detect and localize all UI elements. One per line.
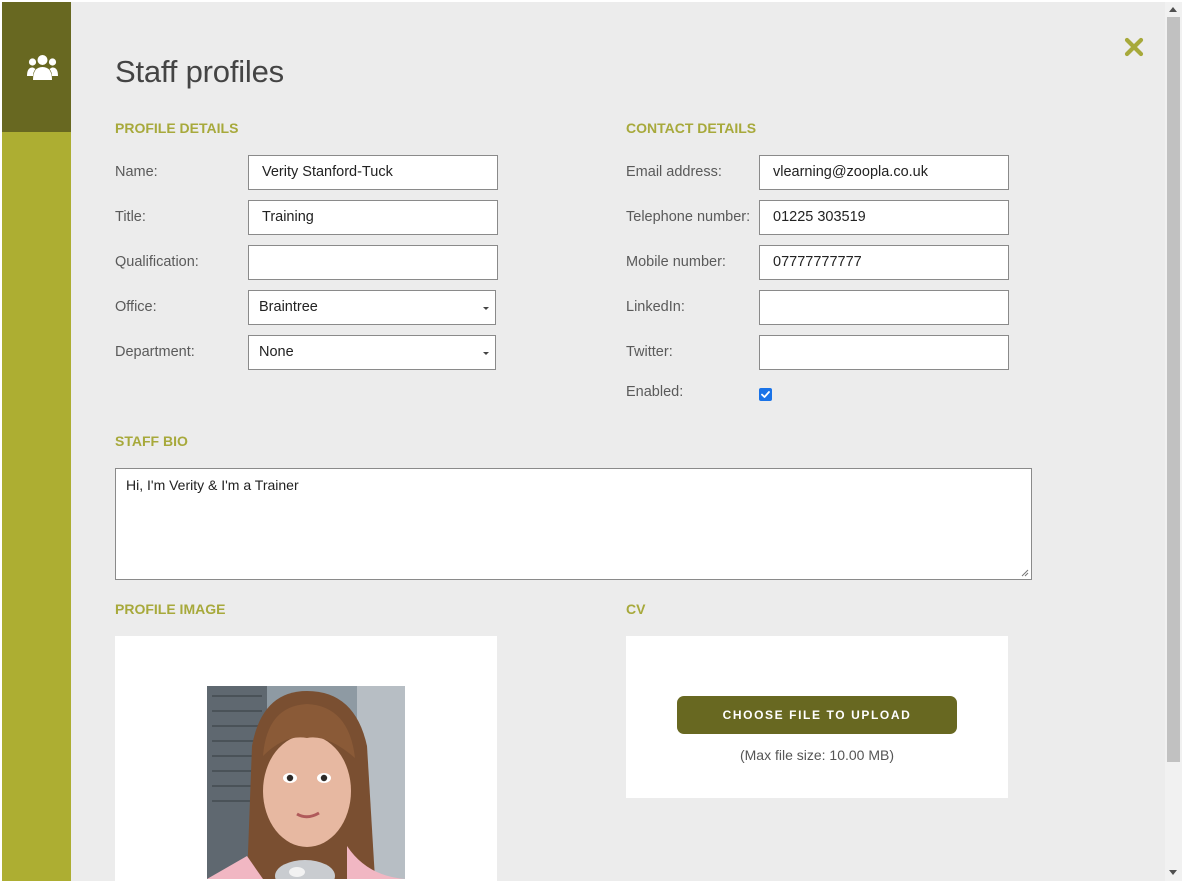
staff-bio-text: Hi, I'm Verity & I'm a Trainer xyxy=(126,477,299,493)
linkedin-label: LinkedIn: xyxy=(626,299,685,315)
department-label: Department: xyxy=(115,344,195,360)
title-label: Title: xyxy=(115,209,146,225)
linkedin-input[interactable] xyxy=(759,290,1009,325)
chevron-down-icon xyxy=(483,352,489,355)
choose-file-button[interactable]: CHOOSE FILE TO UPLOAD xyxy=(677,696,957,734)
modal-frame: Staff profiles PROFILE DETAILS Name: Ver… xyxy=(2,2,1182,881)
profile-details-heading: PROFILE DETAILS xyxy=(115,120,239,136)
scroll-down-arrow-icon[interactable] xyxy=(1169,870,1177,875)
office-label: Office: xyxy=(115,299,157,315)
mobile-label: Mobile number: xyxy=(626,254,726,270)
email-label: Email address: xyxy=(626,164,722,180)
scrollbar-thumb[interactable] xyxy=(1167,17,1180,762)
profile-image-heading: PROFILE IMAGE xyxy=(115,601,226,617)
resize-grip-icon[interactable] xyxy=(1021,569,1029,577)
sidebar-header xyxy=(2,2,71,132)
department-select-value: None xyxy=(259,344,294,360)
twitter-input[interactable] xyxy=(759,335,1009,370)
page-title: Staff profiles xyxy=(115,54,284,89)
office-select[interactable]: Braintree xyxy=(248,290,496,325)
qualification-input[interactable] xyxy=(248,245,498,280)
enabled-checkbox[interactable] xyxy=(759,388,772,401)
mobile-input[interactable]: 07777777777 xyxy=(759,245,1009,280)
telephone-input[interactable]: 01225 303519 xyxy=(759,200,1009,235)
office-select-value: Braintree xyxy=(259,299,318,315)
profile-photo[interactable] xyxy=(207,686,405,879)
staff-bio-heading: STAFF BIO xyxy=(115,433,188,449)
name-input[interactable]: Verity Stanford-Tuck xyxy=(248,155,498,190)
department-select[interactable]: None xyxy=(248,335,496,370)
scrollbar[interactable] xyxy=(1165,2,1182,881)
qualification-label: Qualification: xyxy=(115,254,199,270)
telephone-label: Telephone number: xyxy=(626,209,751,225)
max-file-size-text: (Max file size: 10.00 MB) xyxy=(739,747,895,763)
check-icon xyxy=(761,391,770,398)
title-input[interactable]: Training xyxy=(248,200,498,235)
close-icon[interactable] xyxy=(1124,37,1144,57)
scroll-up-arrow-icon[interactable] xyxy=(1169,7,1177,12)
profile-image-panel xyxy=(115,636,497,881)
cv-heading: CV xyxy=(626,601,646,617)
name-label: Name: xyxy=(115,164,158,180)
chevron-down-icon xyxy=(483,307,489,310)
email-input[interactable]: vlearning@zoopla.co.uk xyxy=(759,155,1009,190)
sidebar xyxy=(2,2,71,881)
users-icon xyxy=(27,55,58,80)
staff-bio-textarea[interactable]: Hi, I'm Verity & I'm a Trainer xyxy=(115,468,1032,580)
enabled-label: Enabled: xyxy=(626,384,684,400)
twitter-label: Twitter: xyxy=(626,344,673,360)
cv-upload-panel: CHOOSE FILE TO UPLOAD (Max file size: 10… xyxy=(626,636,1008,798)
contact-details-heading: CONTACT DETAILS xyxy=(626,120,757,136)
